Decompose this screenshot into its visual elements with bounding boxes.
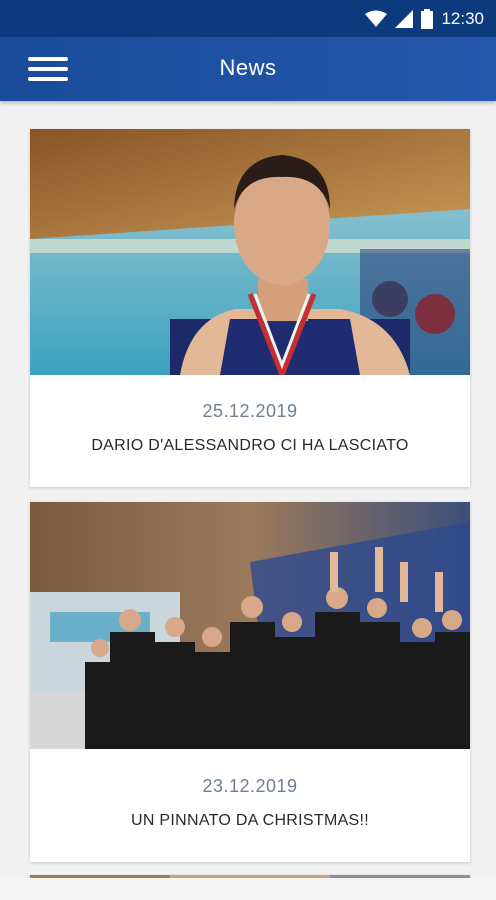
news-photo [30, 502, 470, 749]
news-title: UN PINNATO DA CHRISTMAS!! [130, 812, 370, 829]
news-title: DARIO D'ALESSANDRO CI HA LASCIATO [91, 437, 409, 454]
status-bar: 12:30 [0, 0, 496, 37]
news-card[interactable]: 25.12.2019 DARIO D'ALESSANDRO CI HA LASC… [30, 129, 470, 487]
news-date: 23.12.2019 [202, 776, 298, 796]
page-title: News [219, 55, 277, 80]
news-card[interactable]: 23.12.2019 UN PINNATO DA CHRISTMAS!! [30, 502, 470, 862]
wifi-icon [365, 10, 388, 27]
bottom-edge [0, 878, 496, 900]
status-icons: 12:30 [365, 8, 484, 30]
app-bar: News [0, 37, 496, 101]
news-date: 25.12.2019 [202, 401, 298, 421]
battery-icon [421, 9, 434, 29]
status-time: 12:30 [441, 9, 484, 28]
signal-icon [395, 10, 414, 28]
news-photo [30, 129, 470, 375]
news-feed[interactable]: 25.12.2019 DARIO D'ALESSANDRO CI HA LASC… [0, 101, 496, 900]
